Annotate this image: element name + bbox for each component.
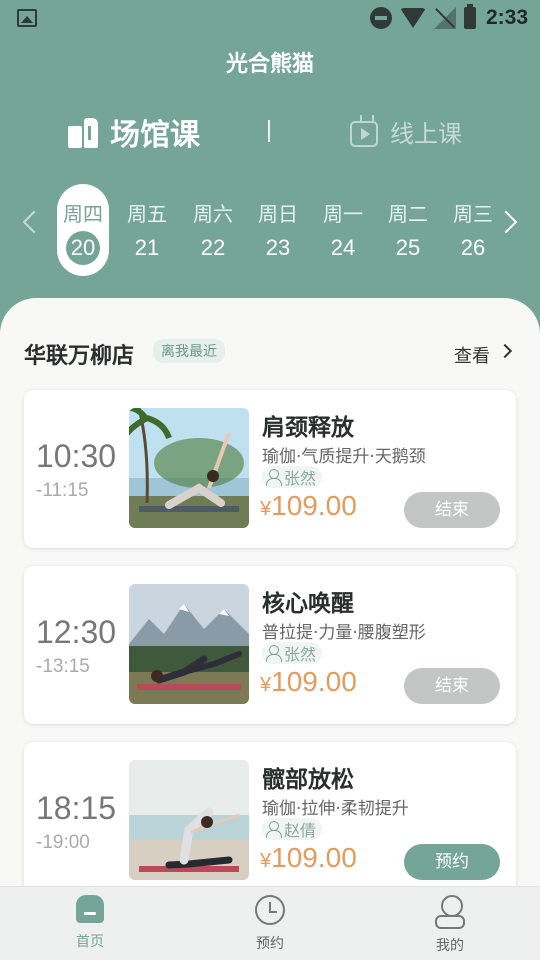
date-day: 23 [265,235,291,260]
course-end-time: -19:00 [36,832,90,853]
profile-icon [435,895,465,929]
nav-home[interactable]: 首页 [50,895,130,951]
nav-booking[interactable]: 预约 [230,895,310,953]
coach-chip: 赵倩 [262,818,323,840]
nav-mine-label: 我的 [436,938,464,954]
date-weekday: 周二 [388,202,428,226]
date-item-selected[interactable]: 周四 20 [57,184,109,276]
date-weekday: 周一 [323,202,363,226]
building-icon [68,116,100,148]
date-item[interactable]: 周一 24 [318,184,368,276]
course-thumbnail [129,584,249,704]
date-day: 20 [66,231,100,265]
coach-chip: 张然 [262,642,323,664]
course-title: 肩颈释放 [262,415,354,441]
bottom-nav: 首页 预约 我的 [0,886,540,960]
date-item[interactable]: 周六 22 [188,184,238,276]
person-icon [266,469,282,486]
date-day: 26 [460,235,486,260]
price-value: 109.00 [271,842,357,873]
coach-name: 张然 [284,645,317,664]
date-item[interactable]: 周五 21 [122,184,172,276]
nearest-badge: 离我最近 [153,339,225,363]
date-item[interactable]: 周日 23 [253,184,303,276]
person-icon [266,645,282,662]
course-title: 核心唤醒 [262,591,354,617]
tab-venue-label: 场馆课 [110,118,200,153]
course-card[interactable]: 12:30 -13:15 核心唤醒 普拉提·力量·腰腹塑形 张然 ¥109.00… [24,566,516,724]
coach-chip: 张然 [262,466,323,488]
course-price: ¥109.00 [260,666,357,698]
date-weekday: 周五 [127,202,167,226]
mode-tabs: 场馆课 线上课 [0,110,540,156]
price-value: 109.00 [271,490,357,521]
content-sheet: 华联万柳店 离我最近 查看 10:30 -11:15 肩颈释放 瑜伽·气质提升·… [0,298,540,898]
course-start-time: 18:15 [36,790,117,826]
date-weekday: 周四 [63,202,103,226]
date-item[interactable]: 周三 26 [448,184,498,276]
course-tags: 瑜伽·拉伸·柔韧提升 [262,799,409,819]
date-day: 24 [330,235,356,260]
course-card[interactable]: 10:30 -11:15 肩颈释放 瑜伽·气质提升·天鹅颈 张然 ¥109.00… [24,390,516,548]
status-time: 2:33 [485,6,528,29]
nav-booking-label: 预约 [256,936,284,952]
tab-online-classes[interactable]: 线上课 [350,114,462,149]
currency-symbol: ¥ [260,850,272,872]
course-start-time: 12:30 [36,614,117,650]
clock-icon [255,895,285,925]
course-thumbnail [129,760,249,880]
date-day: 25 [395,235,421,260]
date-item[interactable]: 周二 25 [383,184,433,276]
course-card[interactable]: 18:15 -19:00 髋部放松 瑜伽·拉伸·柔韧提升 赵倩 ¥109.00 … [24,742,516,898]
course-price: ¥109.00 [260,490,357,522]
currency-symbol: ¥ [260,674,272,696]
tab-venue-classes[interactable]: 场馆课 [68,110,200,154]
book-button[interactable]: 预约 [404,844,500,880]
wifi-icon [399,8,426,28]
date-weekday: 周三 [453,202,493,226]
course-start-time: 10:30 [36,438,117,474]
signal-icon [433,7,456,29]
course-thumbnail [129,408,249,528]
price-value: 109.00 [271,666,357,697]
date-day: 21 [134,235,160,260]
currency-symbol: ¥ [260,498,272,520]
tab-divider [268,120,270,142]
nav-mine[interactable]: 我的 [410,895,490,955]
chevron-right-icon[interactable] [494,210,518,234]
course-ended-button[interactable]: 结束 [404,492,500,528]
course-ended-button[interactable]: 结束 [404,668,500,704]
course-end-time: -11:15 [36,480,89,501]
course-price: ¥109.00 [260,842,357,874]
course-end-time: -13:15 [36,656,90,677]
date-weekday: 周六 [193,202,233,226]
coach-name: 赵倩 [284,821,317,840]
nav-home-label: 首页 [76,934,104,950]
course-tags: 普拉提·力量·腰腹塑形 [262,623,426,643]
course-tags: 瑜伽·气质提升·天鹅颈 [262,447,426,467]
date-strip: 周四 20 周五 21 周六 22 周日 23 周一 24 周二 25 周三 2… [0,184,540,276]
view-store-link[interactable]: 查看 [454,342,490,368]
coach-name: 张然 [284,469,317,488]
date-weekday: 周日 [258,202,298,226]
battery-icon [463,4,476,29]
dnd-icon [369,7,392,29]
tv-play-icon [350,120,378,147]
store-row: 华联万柳店 离我最近 查看 [24,336,516,370]
chevron-left-icon[interactable] [22,210,46,234]
course-title: 髋部放松 [262,767,354,793]
date-day: 22 [200,235,226,260]
person-icon [266,821,282,838]
chevron-right-icon[interactable] [497,343,513,359]
app-title: 光合熊猫 [225,52,314,77]
status-bar: 2:33 [0,0,540,36]
image-icon [17,9,37,27]
tab-online-label: 线上课 [390,120,462,148]
home-icon [76,895,104,923]
store-name: 华联万柳店 [24,344,135,369]
